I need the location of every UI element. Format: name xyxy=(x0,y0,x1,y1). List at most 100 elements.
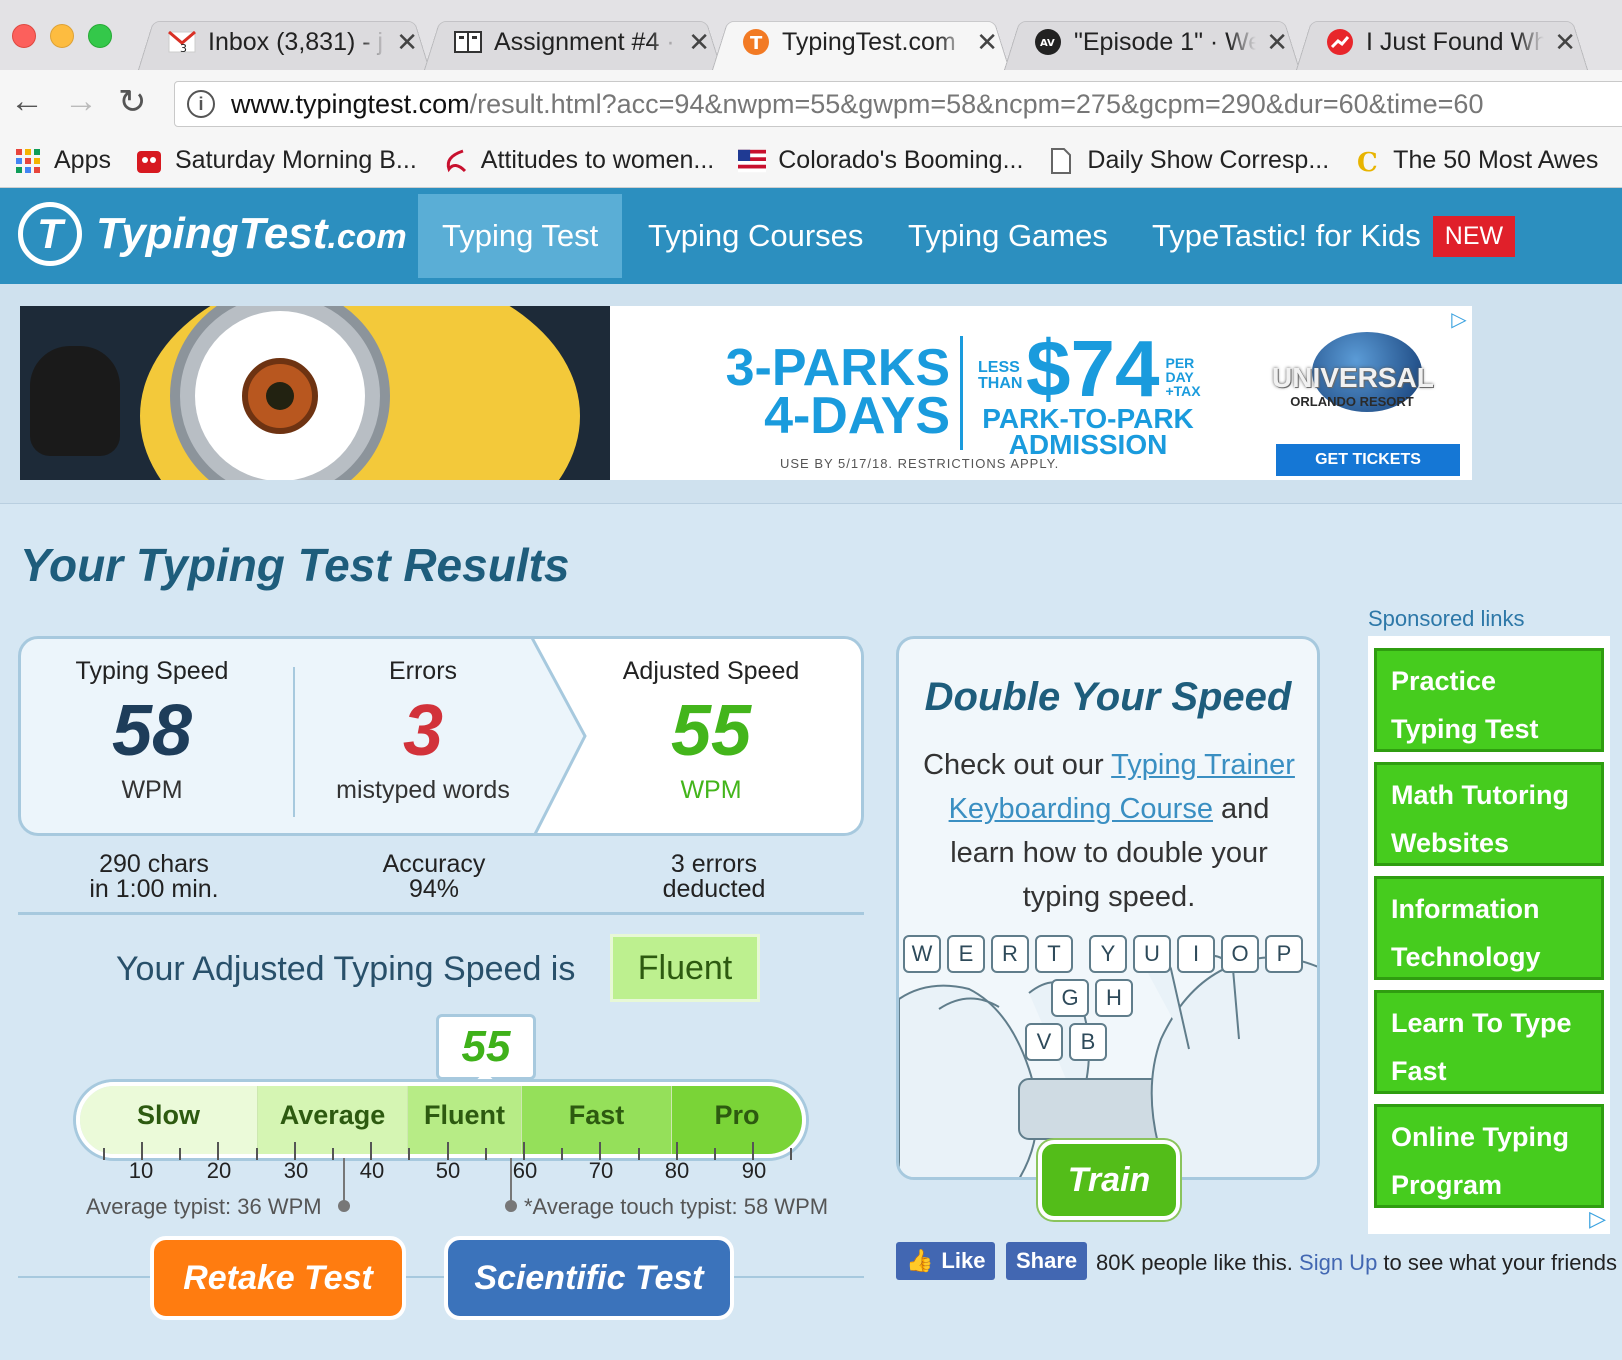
typing-speed-unit: WPM xyxy=(121,776,183,804)
facebook-share-button[interactable]: Share xyxy=(1006,1242,1088,1280)
sponsored-link[interactable]: Practice Typing Test xyxy=(1374,648,1604,752)
svg-text:C: C xyxy=(1357,148,1378,175)
close-tab-icon[interactable]: ✕ xyxy=(1554,27,1576,58)
facebook-like-label: Like xyxy=(941,1248,986,1273)
browser-tab-active[interactable]: T TypingTest.com ✕ xyxy=(712,14,1010,70)
new-badge: NEW xyxy=(1432,215,1516,257)
nav-typing-courses[interactable]: Typing Courses xyxy=(624,188,887,284)
facebook-count-text: 80K people like this. xyxy=(1096,1250,1293,1275)
close-tab-icon[interactable]: ✕ xyxy=(396,27,418,58)
tab-title: I Just Found Wh xyxy=(1366,27,1545,56)
ad-area: 3-PARKS 4-DAYS LESS THAN $74 PER DAY +TA… xyxy=(0,284,1622,504)
touch-typist-marker-dot xyxy=(505,1200,517,1212)
ad-admission: PARK-TO-PARK ADMISSION xyxy=(978,405,1198,460)
typing-speed-label: Typing Speed xyxy=(75,657,229,685)
close-tab-icon[interactable]: ✕ xyxy=(976,27,998,58)
retake-test-button[interactable]: Retake Test xyxy=(150,1236,406,1320)
key: G xyxy=(1051,979,1089,1017)
forward-arrow-icon[interactable]: → xyxy=(64,82,98,121)
info-icon[interactable]: i xyxy=(187,90,215,118)
train-button[interactable]: Train xyxy=(1038,1140,1180,1220)
sponsored-link[interactable]: Math Tutoring Websites xyxy=(1374,762,1604,866)
nav-typetastic-label: TypeTastic! for Kids xyxy=(1152,218,1421,253)
svg-text:T: T xyxy=(750,33,763,54)
tick-label: 90 xyxy=(741,1158,767,1183)
nav-typing-test[interactable]: Typing Test xyxy=(418,194,623,278)
bookmark-item[interactable]: C The 50 Most Awes xyxy=(1353,146,1598,175)
minimize-window-button[interactable] xyxy=(50,24,74,48)
close-tab-icon[interactable]: ✕ xyxy=(1266,27,1288,58)
ad-banner[interactable]: 3-PARKS 4-DAYS LESS THAN $74 PER DAY +TA… xyxy=(20,306,1472,480)
bookmark-label: Apps xyxy=(54,146,111,174)
ad-per-day: PER DAY +TAX xyxy=(1165,355,1201,399)
bookmark-item[interactable]: Daily Show Corresp... xyxy=(1047,146,1329,175)
adchoices-icon[interactable]: ▷ xyxy=(1446,306,1472,332)
flag-icon xyxy=(738,147,767,175)
browser-tab[interactable]: AV "Episode 1" · We ✕ xyxy=(1004,14,1300,70)
ad-brand: UNIVERSAL ORLANDO RESORT xyxy=(1272,362,1434,409)
key: O xyxy=(1221,935,1259,973)
section-divider xyxy=(18,1276,864,1278)
logo-text: TypingTest xyxy=(96,209,328,258)
close-window-button[interactable] xyxy=(12,24,36,48)
sponsored-link[interactable]: Online Typing Program xyxy=(1374,1104,1604,1208)
double-speed-text-start: Check out our xyxy=(923,749,1112,781)
bookmark-label: Colorado's Booming... xyxy=(778,146,1024,174)
avg-typist-label: Average typist: 36 WPM xyxy=(86,1194,322,1219)
site-logo[interactable]: T TypingTest.com xyxy=(18,202,407,266)
ad-admission-line: ADMISSION xyxy=(1008,429,1168,460)
get-tickets-button[interactable]: GET TICKETS xyxy=(1276,444,1460,476)
typingtest-icon: T xyxy=(742,28,770,56)
browser-tab-strip: 3 Inbox (3,831) - j ✕ Assignment #4 · ✕ … xyxy=(0,0,1622,70)
chars-stat: 290 chars in 1:00 min. xyxy=(14,852,294,902)
browser-tab[interactable]: 3 Inbox (3,831) - j ✕ xyxy=(138,14,430,70)
adjusted-speed-stat: Adjusted Speed 55 WPM xyxy=(581,657,841,805)
tab-title: "Episode 1" · We xyxy=(1074,27,1257,56)
errors-stat: Errors 3 mistyped words xyxy=(305,657,541,805)
gmail-icon: 3 xyxy=(168,28,196,56)
facebook-friends-text: to see what your friends xyxy=(1377,1250,1617,1275)
touch-typist-label: *Average touch typist: 58 WPM xyxy=(524,1194,829,1219)
scale-tick xyxy=(561,1148,564,1160)
ad-price: LESS THAN $74 PER DAY +TAX xyxy=(978,329,1201,409)
scale-tick xyxy=(255,1148,258,1160)
scale-tick xyxy=(637,1148,640,1160)
close-tab-icon[interactable]: ✕ xyxy=(688,27,710,58)
facebook-signup-link[interactable]: Sign Up xyxy=(1299,1250,1377,1275)
bookmark-item[interactable]: Attitudes to women... xyxy=(441,146,714,175)
page-icon xyxy=(1047,147,1075,175)
sponsored-link[interactable]: Information Technology xyxy=(1374,876,1604,980)
minion-image xyxy=(20,306,610,480)
facebook-social-text: 80K people like this. Sign Up to see wha… xyxy=(1096,1250,1617,1276)
browser-tab[interactable]: I Just Found Wh ✕ xyxy=(1296,14,1588,70)
scientific-test-button[interactable]: Scientific Test xyxy=(444,1236,734,1320)
nav-typing-games[interactable]: Typing Games xyxy=(884,188,1132,284)
browser-tab[interactable]: Assignment #4 · ✕ xyxy=(424,14,722,70)
bookmark-label: The 50 Most Awes xyxy=(1393,146,1599,174)
errors-unit: mistyped words xyxy=(336,776,510,804)
sponsored-link[interactable]: Learn To Type Fast xyxy=(1374,990,1604,1094)
reload-icon[interactable]: ↻ xyxy=(118,82,147,122)
bookmark-label: Saturday Morning B... xyxy=(174,146,417,174)
deducted-line: deducted xyxy=(662,875,766,903)
accuracy-label: Accuracy xyxy=(382,850,486,878)
ad-brand-name: UNIVERSAL xyxy=(1272,362,1434,393)
facebook-like-button[interactable]: 👍 Like xyxy=(896,1242,996,1280)
address-bar[interactable]: i www.typingtest.com/result.html?acc=94&… xyxy=(174,81,1622,127)
bookmark-apps[interactable]: Apps xyxy=(14,146,111,175)
bookmark-item[interactable]: Saturday Morning B... xyxy=(135,146,417,175)
bookmark-item[interactable]: Colorado's Booming... xyxy=(738,146,1023,175)
adchoices-icon[interactable]: ▷ xyxy=(1589,1206,1606,1232)
errors-label: Errors xyxy=(388,657,458,685)
adjusted-sentence: Your Adjusted Typing Speed is xyxy=(116,950,576,988)
stat-divider xyxy=(293,667,295,817)
thumbs-up-icon: 👍 xyxy=(906,1248,934,1273)
key: P xyxy=(1265,935,1303,973)
key: T xyxy=(1035,935,1073,973)
sponsored-links-title: Sponsored links xyxy=(1368,606,1525,631)
maximize-window-button[interactable] xyxy=(88,24,112,48)
url-host: www.typingtest.com xyxy=(231,88,470,119)
nav-typetastic[interactable]: TypeTastic! for Kids NEW xyxy=(1128,188,1539,284)
back-arrow-icon[interactable]: ← xyxy=(10,82,44,121)
adjusted-speed-value: 55 xyxy=(670,691,752,771)
